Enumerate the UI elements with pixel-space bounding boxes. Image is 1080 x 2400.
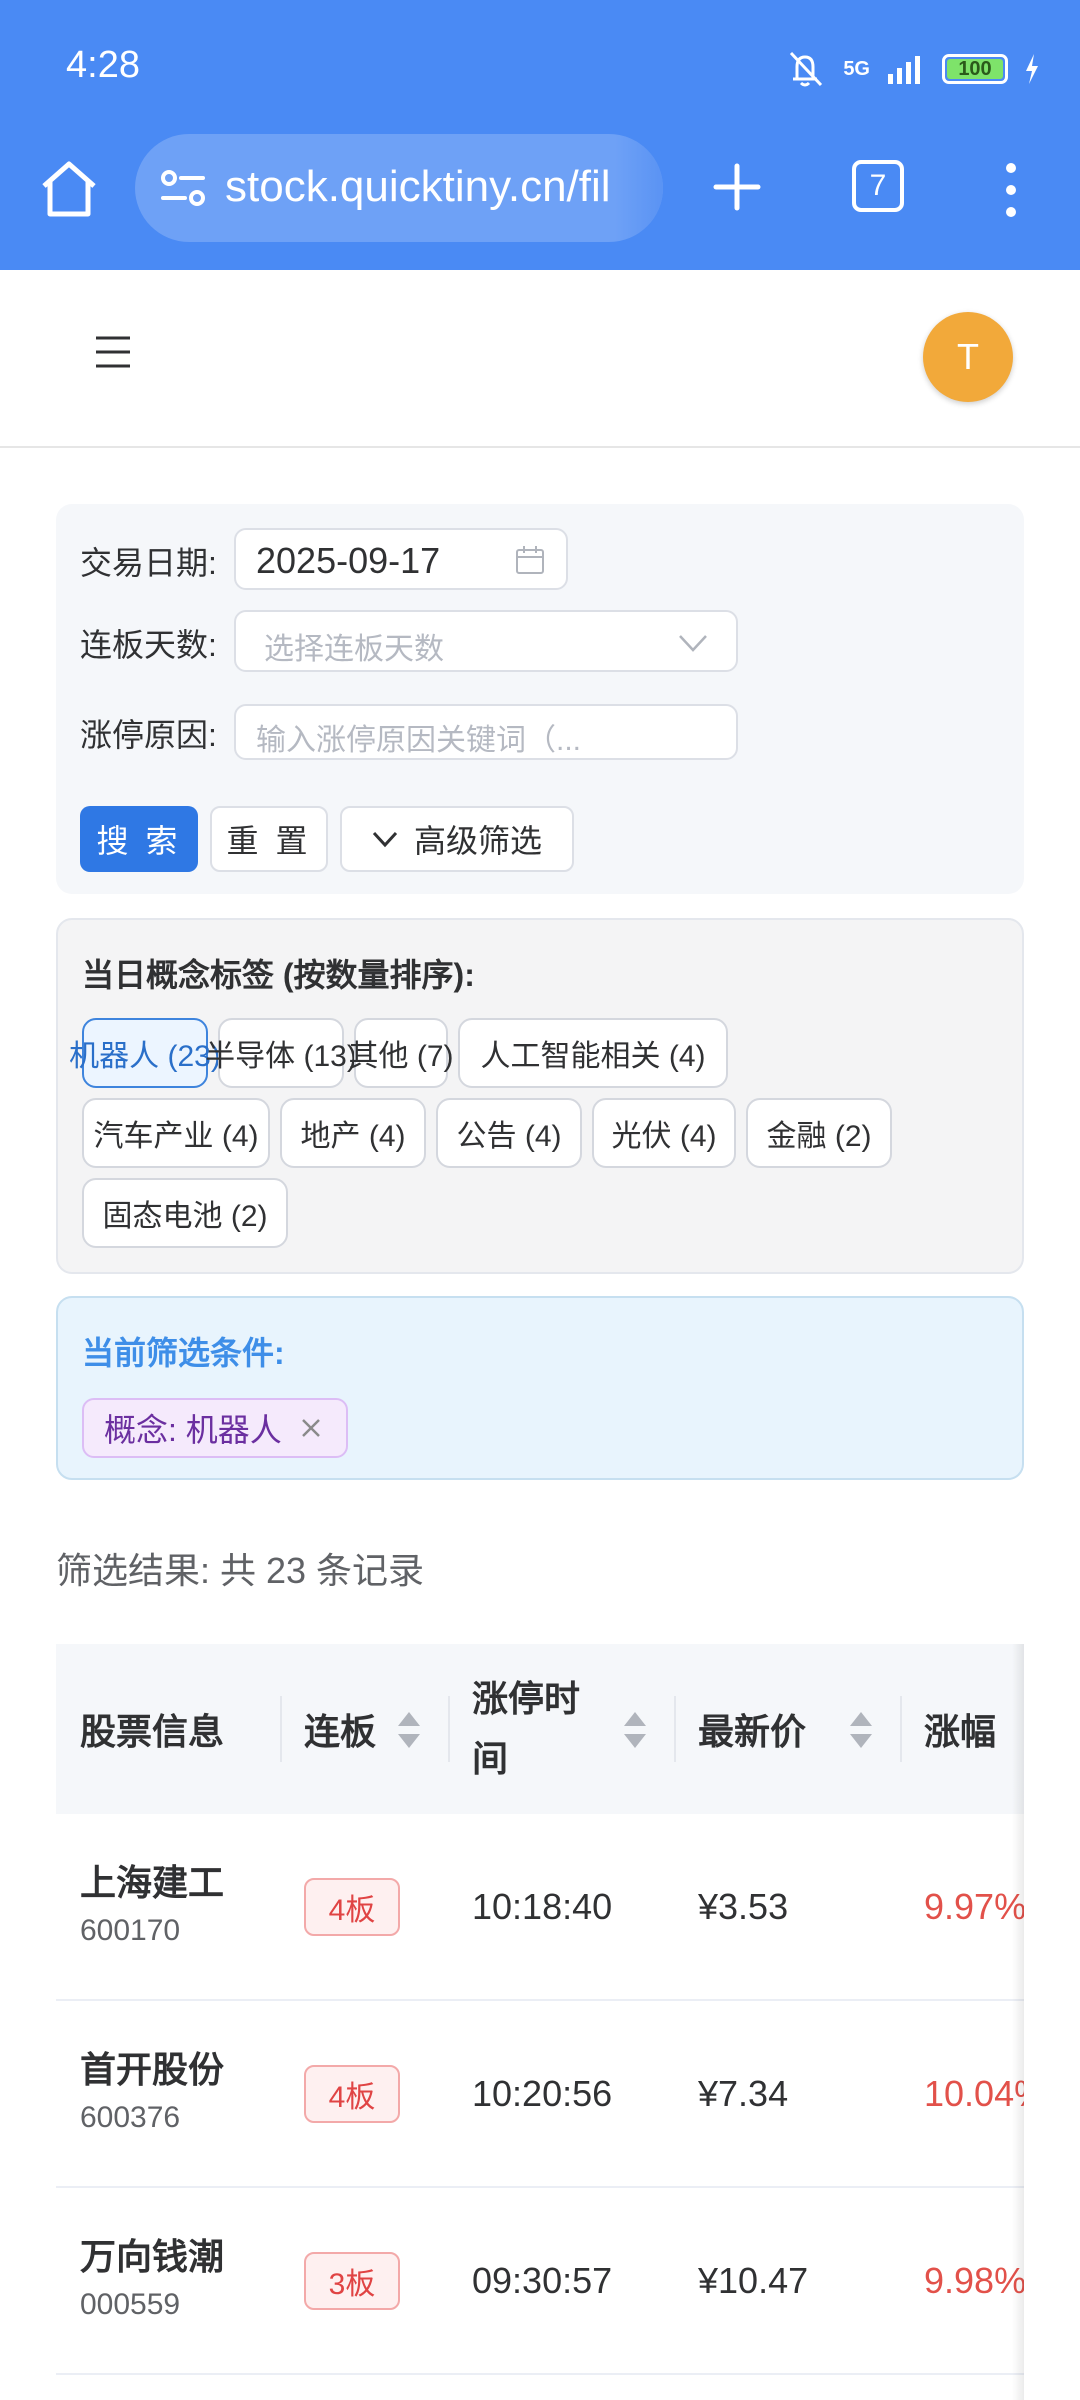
close-icon[interactable]: [300, 1417, 322, 1439]
chevron-down-icon: [372, 831, 398, 848]
calendar-icon[interactable]: [514, 544, 546, 576]
status-time: 4:28: [66, 44, 140, 86]
filter-form: 交易日期: 2025-09-17 连板天数: 选择连板天数 涨停原因: 输入涨停…: [56, 504, 1024, 894]
site-settings-icon[interactable]: [159, 166, 207, 210]
change-percent: 9.97%: [924, 1886, 1024, 1927]
stock-table: 股票信息 连板 涨停时间 最新价 涨幅 上海建工 600170 4板 10:18…: [56, 1644, 1024, 2400]
status-icons: 5G 100: [783, 44, 1040, 94]
header-change[interactable]: 涨幅: [924, 1644, 1024, 1814]
reason-label: 涨停原因:: [80, 717, 217, 753]
charging-icon: [1026, 54, 1038, 84]
stock-name[interactable]: 首开股份: [80, 2041, 224, 2093]
limit-time: 10:18:40: [472, 1886, 613, 1927]
reset-button[interactable]: 重 置: [210, 806, 328, 872]
reason-input[interactable]: 输入涨停原因关键词（...: [234, 704, 738, 760]
concept-tag[interactable]: 光伏 (4): [592, 1098, 736, 1168]
concept-tag[interactable]: 其他 (7): [349, 1018, 454, 1088]
concept-tag[interactable]: 汽车产业 (4): [82, 1098, 270, 1168]
board-days-label: 连板天数:: [80, 627, 217, 663]
header-board[interactable]: 连板: [304, 1644, 404, 1814]
sort-icon[interactable]: [848, 1708, 874, 1752]
board-badge: 4板: [304, 2065, 400, 2123]
table-row[interactable]: 首开股份 600376 4板 10:20:56 ¥7.34 10.04%: [56, 2001, 1024, 2188]
date-picker[interactable]: 2025-09-17: [234, 528, 568, 590]
limit-time: 10:20:56: [472, 2073, 613, 2114]
search-button[interactable]: 搜 索: [80, 806, 198, 872]
table-header: 股票信息 连板 涨停时间 最新价 涨幅: [56, 1644, 1024, 1814]
concept-tags-panel: 当日概念标签 (按数量排序): 机器人 (23) 半导体 (13) 其他 (7)…: [56, 918, 1024, 1274]
concept-tags-title: 当日概念标签 (按数量排序):: [82, 957, 475, 993]
sort-icon[interactable]: [622, 1708, 648, 1752]
board-badge: 4板: [304, 1878, 400, 1936]
result-count: 筛选结果: 共 23 条记录: [56, 1550, 425, 1591]
url-text[interactable]: stock.quicktiny.cn/fil: [225, 162, 611, 212]
board-days-placeholder: 选择连板天数: [264, 633, 444, 666]
stock-code: 600170: [80, 1914, 181, 1947]
filter-chip: 概念: 机器人: [82, 1398, 348, 1458]
stock-code: 000559: [80, 2288, 181, 2321]
concept-tag[interactable]: 公告 (4): [436, 1098, 582, 1168]
current-filter-title: 当前筛选条件:: [82, 1335, 285, 1371]
stock-code: 600376: [80, 2101, 181, 2134]
stock-name[interactable]: 上海建工: [80, 1854, 224, 1906]
header-price[interactable]: 最新价: [698, 1644, 858, 1814]
new-tab-button[interactable]: [712, 162, 762, 212]
reason-placeholder: 输入涨停原因关键词（...: [256, 724, 582, 757]
concept-tag[interactable]: 金融 (2): [746, 1098, 892, 1168]
latest-price: ¥7.34: [698, 2073, 789, 2114]
concept-tag[interactable]: 地产 (4): [280, 1098, 426, 1168]
concept-tag[interactable]: 机器人 (23): [69, 1018, 221, 1088]
mute-icon: [790, 51, 823, 87]
battery-level: 100: [958, 57, 992, 80]
latest-price: ¥10.47: [698, 2260, 809, 2301]
concept-tag[interactable]: 固态电池 (2): [82, 1178, 288, 1248]
stock-name[interactable]: 万向钱潮: [80, 2228, 224, 2280]
concept-tag[interactable]: 人工智能相关 (4): [458, 1018, 728, 1088]
avatar[interactable]: T: [923, 312, 1013, 402]
current-filter-panel: 当前筛选条件: 概念: 机器人: [56, 1296, 1024, 1480]
scroll-shadow: [1012, 1644, 1024, 2400]
app-header: T: [0, 270, 1080, 448]
battery-icon: 100: [942, 54, 1008, 84]
tab-count: 7: [869, 169, 887, 202]
limit-time: 09:30:57: [472, 2260, 613, 2301]
tab-switcher-button[interactable]: 7: [852, 160, 904, 212]
table-row[interactable]: 万向钱潮 000559 3板 09:30:57 ¥10.47 9.98%: [56, 2188, 1024, 2375]
more-menu-button[interactable]: [996, 160, 1026, 220]
date-value[interactable]: 2025-09-17: [256, 540, 440, 582]
concept-tag[interactable]: 半导体 (13): [205, 1018, 357, 1088]
date-label: 交易日期:: [80, 545, 217, 581]
avatar-letter: T: [957, 336, 979, 377]
filter-chip-label: 概念: 机器人: [104, 1412, 282, 1448]
chevron-down-icon: [679, 635, 707, 652]
url-bar[interactable]: stock.quicktiny.cn/fil: [135, 134, 663, 242]
change-percent: 9.98%: [924, 2260, 1024, 2301]
browser-chrome: 4:28 5G 100 stock.quicktiny.cn/fil 7: [0, 0, 1080, 270]
latest-price: ¥3.53: [698, 1886, 789, 1927]
advanced-filter-label: 高级筛选: [413, 823, 542, 859]
header-stock-info: 股票信息: [80, 1711, 225, 1752]
home-button[interactable]: [36, 156, 102, 222]
change-percent: 10.04%: [924, 2073, 1024, 2114]
header-limit-time[interactable]: 涨停时间: [472, 1644, 602, 1814]
board-days-select[interactable]: 选择连板天数: [234, 610, 738, 672]
signal-icon: [888, 56, 920, 84]
network-label: 5G: [843, 58, 870, 80]
hamburger-menu-icon[interactable]: [94, 334, 132, 370]
sort-icon[interactable]: [396, 1708, 422, 1752]
table-row[interactable]: 上海建工 600170 4板 10:18:40 ¥3.53 9.97%: [56, 1814, 1024, 2001]
advanced-filter-button[interactable]: 高级筛选: [340, 806, 574, 872]
board-badge: 3板: [304, 2252, 400, 2310]
